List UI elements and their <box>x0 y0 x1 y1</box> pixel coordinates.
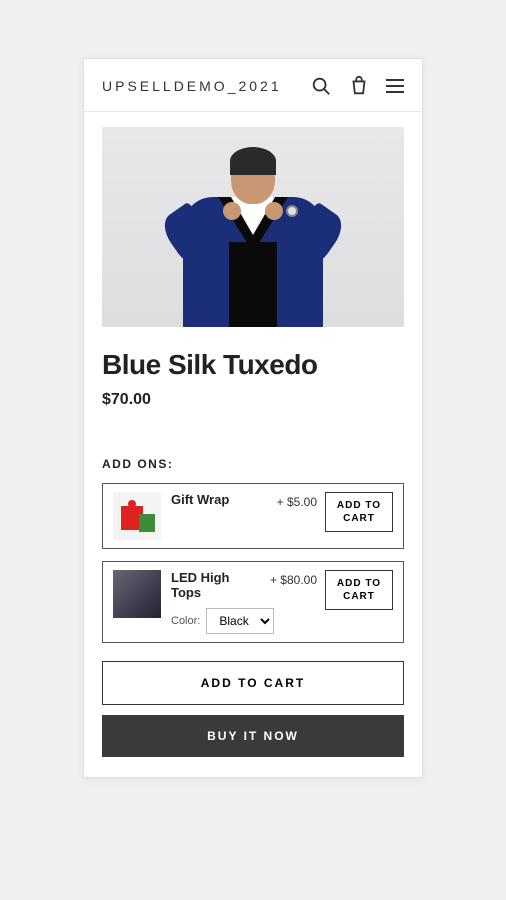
addon-name: Gift Wrap <box>171 492 267 507</box>
addon-thumb-shoes <box>113 570 161 618</box>
addon-name: LED High Tops <box>171 570 260 600</box>
addon-card-led-high-tops: LED High Tops Color: Black + $80.00 ADD … <box>102 561 404 643</box>
product-image <box>102 127 404 327</box>
search-icon[interactable] <box>310 75 332 97</box>
buy-it-now-button[interactable]: BUY IT NOW <box>102 715 404 757</box>
addon-add-to-cart-button[interactable]: ADD TO CART <box>325 492 393 532</box>
addons-section-label: ADD ONS: <box>102 457 404 471</box>
site-title[interactable]: UPSELLDEMO_2021 <box>102 78 282 94</box>
addon-add-to-cart-button[interactable]: ADD TO CART <box>325 570 393 610</box>
product-price: $70.00 <box>102 391 404 409</box>
addon-card-gift-wrap: Gift Wrap + $5.00 ADD TO CART <box>102 483 404 549</box>
cart-icon[interactable] <box>348 75 370 97</box>
product-title: Blue Silk Tuxedo <box>102 349 404 381</box>
addon-price: + $80.00 <box>270 573 317 587</box>
addon-price: + $5.00 <box>277 495 317 509</box>
header: UPSELLDEMO_2021 <box>84 59 422 112</box>
content: Blue Silk Tuxedo $70.00 ADD ONS: Gift Wr… <box>84 112 422 777</box>
addon-thumb-gift <box>113 492 161 540</box>
app-container: UPSELLDEMO_2021 <box>83 58 423 778</box>
color-label: Color: <box>171 615 200 627</box>
color-select[interactable]: Black <box>206 608 274 634</box>
add-to-cart-button[interactable]: ADD TO CART <box>102 661 404 705</box>
header-icons <box>310 75 404 97</box>
menu-icon[interactable] <box>386 79 404 93</box>
